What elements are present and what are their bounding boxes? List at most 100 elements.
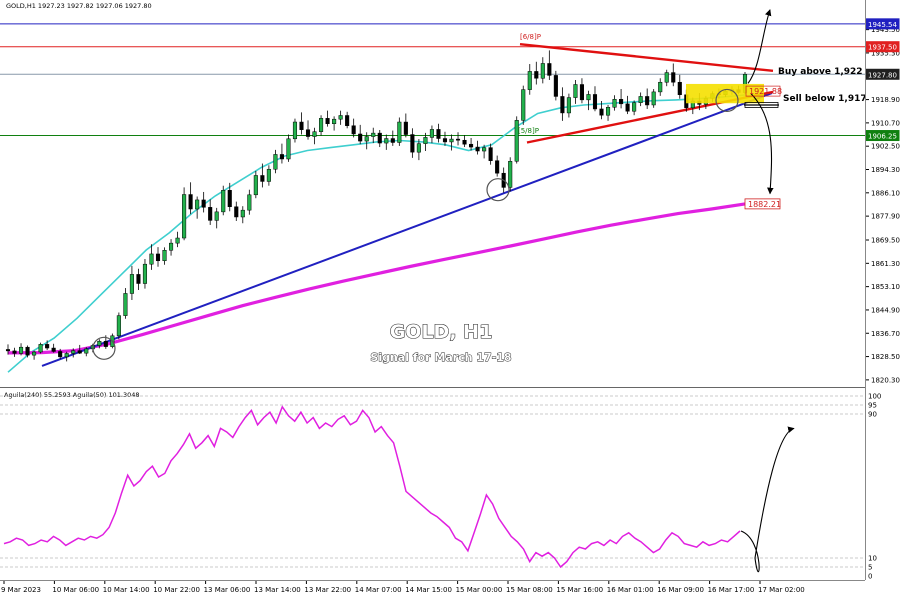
candle-body <box>129 274 134 294</box>
fib-5-8-label: [5/8]P <box>518 127 539 135</box>
candle-body <box>240 209 245 218</box>
indicator-header: Aguila(240) 55.2593 Aguila(50) 101.3048 <box>4 391 140 399</box>
candle-body <box>97 340 102 346</box>
time-tick-label: 9 Mar 2023 <box>1 586 41 594</box>
time-tick-label: 17 Mar 02:00 <box>758 586 805 594</box>
candle-body <box>5 349 11 352</box>
candle-body <box>560 96 565 114</box>
candle-body <box>123 293 128 316</box>
candle-body <box>175 237 180 244</box>
candle-body <box>482 147 487 152</box>
candle-body <box>364 136 369 142</box>
candle-body <box>221 190 226 213</box>
indicator-tick-label: 90 <box>868 411 877 419</box>
candle-body <box>279 154 284 160</box>
candle-body <box>351 125 356 135</box>
candle-body <box>449 138 454 143</box>
candle-body <box>599 108 604 116</box>
candle-body <box>677 81 682 95</box>
candle-body <box>455 138 461 141</box>
indicator-tick-label: 0 <box>868 573 872 581</box>
last-price-tag: 1927.80 <box>868 71 897 79</box>
candle-body <box>625 103 630 112</box>
candle-body <box>247 194 252 211</box>
candle-body <box>234 206 239 218</box>
buy-signal-label: Buy above 1,922 <box>778 67 863 77</box>
chart-title: GOLD, H1 <box>390 321 493 343</box>
candle-body <box>573 84 578 98</box>
candle-body <box>58 351 63 358</box>
indicator-tick-label: 10 <box>868 555 877 563</box>
candle-body <box>442 138 448 143</box>
time-tick-label: 10 Mar 06:00 <box>52 586 99 594</box>
candle-body <box>579 84 584 101</box>
candle-body <box>182 194 187 239</box>
indicator-tick-label: 5 <box>868 564 872 572</box>
candle-body <box>436 129 441 139</box>
time-tick-label: 14 Mar 15:00 <box>405 586 452 594</box>
candle-body <box>592 94 598 110</box>
time-tick-label: 13 Mar 14:00 <box>254 586 301 594</box>
candle-body <box>188 194 193 210</box>
candle-body <box>410 134 415 153</box>
candle-body <box>566 97 571 114</box>
candle-body <box>19 346 24 354</box>
candle-body <box>475 146 480 152</box>
candle-body <box>201 199 206 208</box>
candle-body <box>260 175 265 182</box>
time-tick-label: 10 Mar 22:00 <box>153 586 200 594</box>
symbol-header: GOLD,H1 1927.23 1927.82 1927.06 1927.80 <box>6 2 152 10</box>
time-tick-label: 13 Mar 22:00 <box>304 586 351 594</box>
price-tick-label: 1918.90 <box>871 96 900 104</box>
time-tick-label: 15 Mar 16:00 <box>556 586 603 594</box>
candle-body <box>325 118 330 124</box>
price-tick-label: 1886.10 <box>871 189 900 197</box>
candle-body <box>651 91 656 106</box>
candle-body <box>371 132 376 137</box>
candle-body <box>638 96 643 103</box>
candle-body <box>162 249 167 262</box>
top-price-tag: 1945.54 <box>868 21 897 29</box>
candle-body <box>319 118 324 132</box>
candle-body <box>266 168 271 182</box>
candle-body <box>632 102 637 112</box>
price-tick-label: 1820.30 <box>871 376 900 384</box>
candle-body <box>488 147 493 161</box>
candle-body <box>273 154 278 170</box>
candle-body <box>149 253 154 265</box>
candle-body <box>155 253 161 262</box>
sell-signal-label: Sell below 1,917 <box>783 94 867 104</box>
box-level-tag: 1921.88 <box>749 87 782 96</box>
candle-body <box>397 121 402 143</box>
candle-body <box>358 133 363 142</box>
candle-body <box>299 121 304 130</box>
green-level-tag: 1906.25 <box>868 133 897 141</box>
candle-body <box>195 199 200 210</box>
candle-body <box>51 347 56 352</box>
candle-body <box>292 121 298 140</box>
indicator-tick-label: 100 <box>868 393 881 401</box>
candle-body <box>12 350 17 354</box>
candle-body <box>332 118 337 124</box>
candle-body <box>540 63 545 79</box>
price-tick-label: 1836.70 <box>871 330 900 338</box>
price-tick-label: 1861.30 <box>871 260 900 268</box>
time-tick-label: 14 Mar 07:00 <box>355 586 402 594</box>
candle-body <box>664 72 669 83</box>
candle-body <box>469 143 474 148</box>
candle-body <box>136 274 141 284</box>
time-tick-label: 16 Mar 09:00 <box>657 586 704 594</box>
indicator-tick-label: 95 <box>868 402 877 410</box>
time-tick-label: 16 Mar 01:00 <box>607 586 654 594</box>
candle-body <box>619 99 624 105</box>
candle-body <box>38 344 43 353</box>
target-price-tag: 1882.21 <box>748 200 781 209</box>
candle-body <box>169 242 174 251</box>
candle-body <box>208 207 213 221</box>
candle-body <box>77 350 82 354</box>
price-tick-label: 1902.50 <box>871 143 900 151</box>
candle-body <box>605 106 611 116</box>
candle-body <box>32 351 37 356</box>
candle-body <box>116 315 121 337</box>
time-tick-label: 16 Mar 17:00 <box>708 586 755 594</box>
